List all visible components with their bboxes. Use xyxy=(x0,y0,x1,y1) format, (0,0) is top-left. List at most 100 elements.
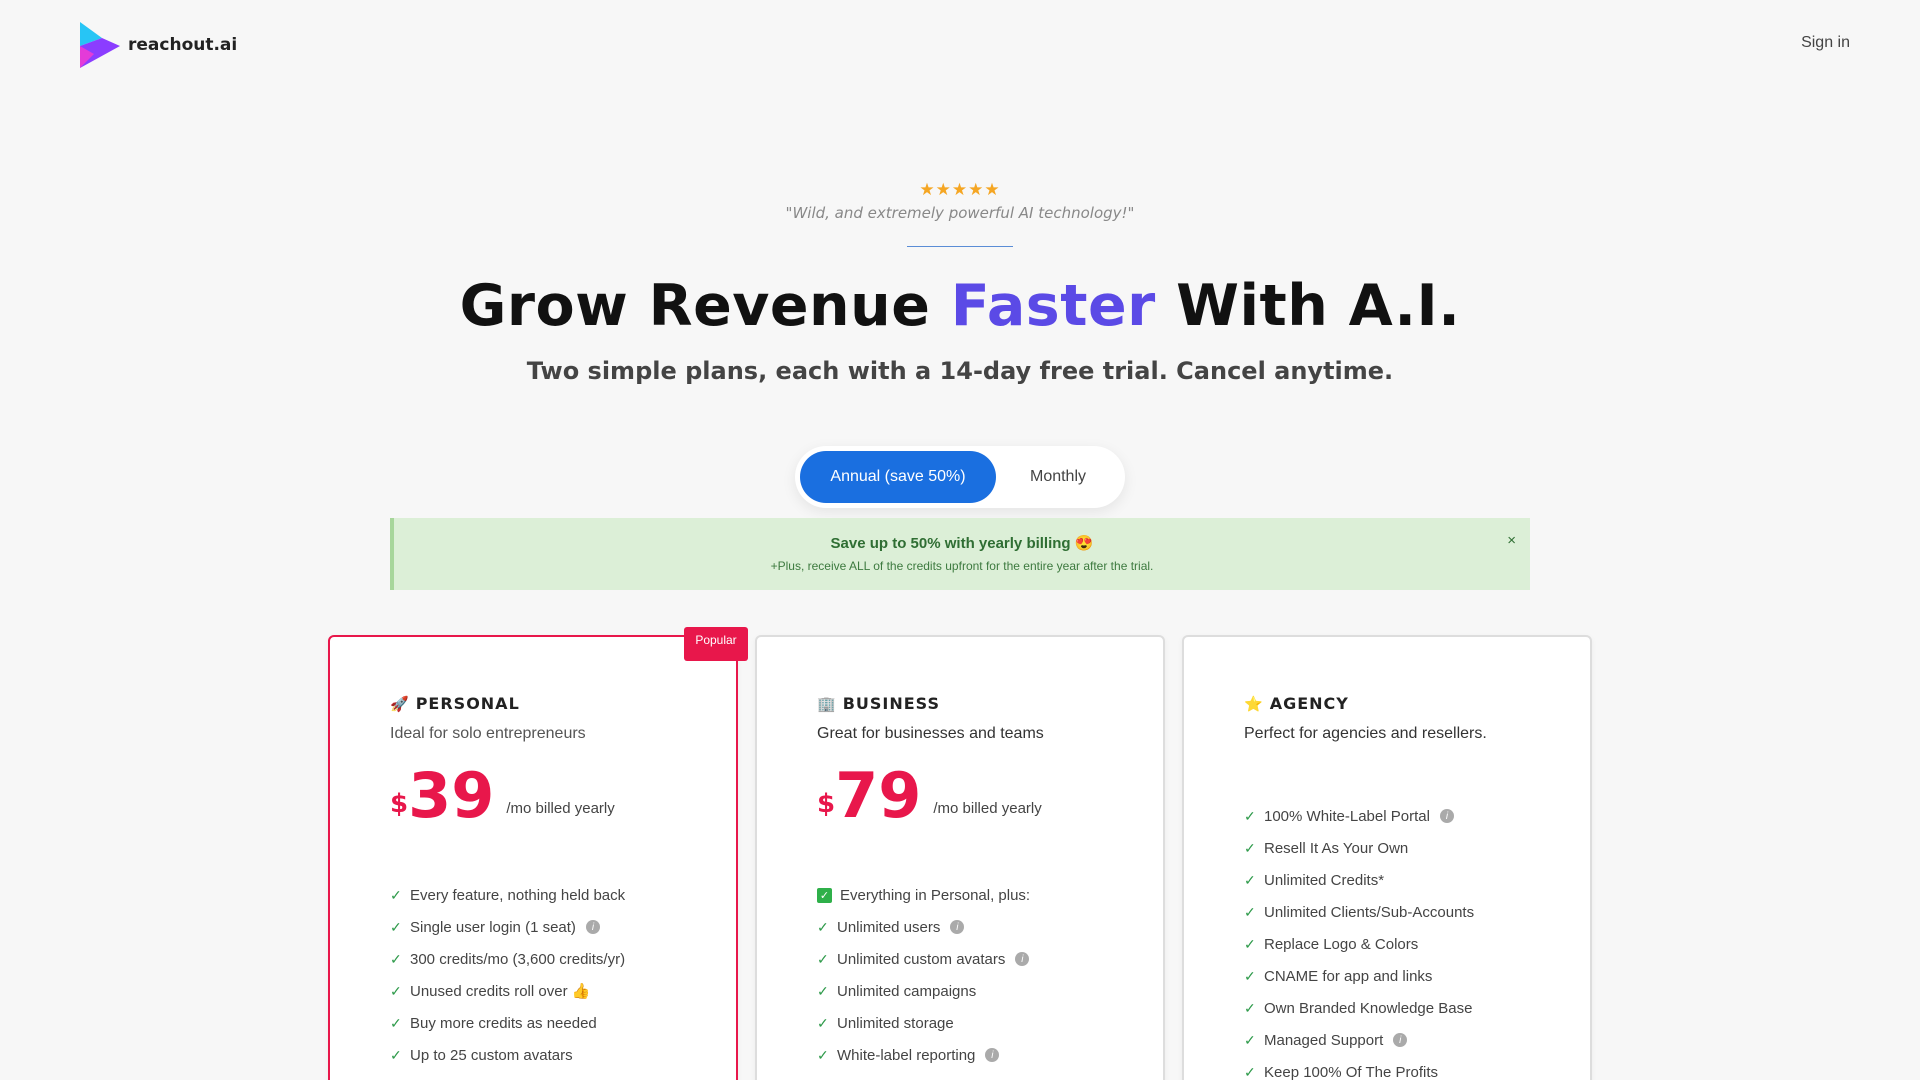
feature-text: Unlimited custom avatars xyxy=(837,950,1006,968)
plan-card-agency: ⭐ AGENCY Perfect for agencies and resell… xyxy=(1182,635,1592,1080)
check-icon: ✓ xyxy=(1244,903,1256,920)
plan-card-personal: Popular 🚀 PERSONAL Ideal for solo entrep… xyxy=(328,627,748,1080)
price-amount: 79 xyxy=(835,759,922,832)
price-period: /mo billed yearly xyxy=(933,800,1042,817)
feature-text: Unused credits roll over 👍 xyxy=(410,983,591,1000)
check-icon: ✓ xyxy=(817,918,829,935)
check-icon: ✓ xyxy=(817,887,832,903)
feature-text: 300 credits/mo (3,600 credits/yr) xyxy=(410,950,626,968)
feature-text: 100% White-Label Portal xyxy=(1264,807,1430,825)
feature-item: ✓ Everything in Personal, plus: xyxy=(817,879,1163,911)
feature-text: CNAME for app and links xyxy=(1264,967,1433,985)
feature-text: Own Branded Knowledge Base xyxy=(1264,999,1473,1017)
price-currency: $ xyxy=(390,789,409,819)
feature-item: ✓ Unused credits roll over 👍 xyxy=(390,975,736,1007)
feature-item: ✓ Unlimited Credits* xyxy=(1244,864,1590,896)
savings-banner: Save up to 50% with yearly billing 😍 +Pl… xyxy=(390,518,1530,590)
page-subheadline: Two simple plans, each with a 14-day fre… xyxy=(526,357,1394,385)
feature-text: Unlimited storage xyxy=(837,1014,954,1032)
price-currency: $ xyxy=(817,789,836,819)
toggle-annual[interactable]: Annual (save 50%) xyxy=(800,451,996,503)
plan-description: Perfect for agencies and resellers. xyxy=(1244,725,1487,742)
page-headline: Grow Revenue Faster With A.I. xyxy=(0,273,1920,339)
plan-title: 🚀 PERSONAL xyxy=(390,694,736,713)
feature-item: ✓1:1 onboarding call xyxy=(817,1071,1163,1080)
headline-accent: Faster xyxy=(950,273,1156,339)
feature-text: Keep 100% Of The Profits xyxy=(1264,1063,1438,1080)
check-icon: ✓ xyxy=(1244,967,1256,984)
feature-text: Every feature, nothing held back xyxy=(410,886,626,904)
star-icon: ⭐ xyxy=(1244,694,1264,713)
check-icon: ✓ xyxy=(390,1046,402,1063)
close-icon[interactable]: × xyxy=(1507,532,1516,549)
plan-card-business: 🏢 BUSINESS Great for businesses and team… xyxy=(755,635,1165,1080)
feature-text: Unlimited users xyxy=(837,918,941,936)
office-building-icon: 🏢 xyxy=(817,694,837,713)
feature-list: ✓ 100% White-Label Portal i ✓ Resell It As Y… xyxy=(1244,800,1590,1080)
popular-badge: Popular xyxy=(684,627,748,661)
plan-title: ⭐ AGENCY xyxy=(1244,694,1590,713)
feature-text: Unlimited Clients/Sub-Accounts xyxy=(1264,903,1475,921)
plan-description: Great for businesses and teams xyxy=(817,725,1044,742)
check-icon: ✓ xyxy=(817,982,829,999)
check-icon: ✓ xyxy=(390,918,402,935)
headline-pre: Grow Revenue xyxy=(459,273,951,339)
check-icon: ✓ xyxy=(1244,1063,1256,1080)
billing-toggle: Annual (save 50%) Monthly xyxy=(795,446,1125,508)
feature-item: ✓ Unlimited campaigns xyxy=(817,975,1163,1007)
feature-text: Up to 25 custom avatars xyxy=(410,1046,573,1064)
plan-price: $ 39 /mo billed yearly xyxy=(390,757,736,827)
feature-item: ✓ Replace Logo & Colors xyxy=(1244,928,1590,960)
info-icon[interactable]: i xyxy=(585,920,600,934)
info-icon[interactable]: i xyxy=(985,1048,1000,1062)
feature-text: Single user login (1 seat) xyxy=(410,918,576,936)
plan-name: PERSONAL xyxy=(415,694,520,713)
check-icon: ✓ xyxy=(1244,839,1256,856)
rocket-icon: 🚀 xyxy=(390,694,410,713)
feature-item: ✓ Unlimited users i xyxy=(817,911,1163,943)
feature-text: Resell It As Your Own xyxy=(1264,839,1409,857)
feature-item: ✓ 300 credits/mo (3,600 credits/yr) xyxy=(390,943,736,975)
check-icon: ✓ xyxy=(390,886,402,903)
check-icon: ✓ xyxy=(390,982,402,999)
feature-item: ✓ Keep 100% Of The Profits xyxy=(1244,1056,1590,1080)
brand-logo[interactable]: reachout.ai xyxy=(80,22,237,68)
hero-divider xyxy=(907,246,1013,247)
info-icon[interactable]: i xyxy=(1015,952,1030,966)
hero: ★★★★★ "Wild, and extremely powerful AI t… xyxy=(0,180,1920,385)
feature-item: ✓ Own Branded Knowledge Base xyxy=(1244,992,1590,1024)
testimonial-quote: "Wild, and extremely powerful AI technol… xyxy=(785,204,1135,222)
feature-item: ✓ 100% White-Label Portal i xyxy=(1244,800,1590,832)
feature-item: ✓ Buy more credits as needed xyxy=(390,1007,736,1039)
check-icon: ✓ xyxy=(1244,807,1256,824)
price-amount: 39 xyxy=(408,759,495,832)
feature-list: ✓ Every feature, nothing held back ✓ Single… xyxy=(390,879,736,1080)
feature-item: ✓ Managed Support i xyxy=(1244,1024,1590,1056)
feature-text: Buy more credits as needed xyxy=(410,1014,597,1032)
info-icon[interactable]: i xyxy=(1393,1033,1408,1047)
check-icon: ✓ xyxy=(390,1014,402,1031)
check-icon: ✓ xyxy=(817,1046,829,1063)
plan-title: 🏢 BUSINESS xyxy=(817,694,1163,713)
feature-text: Unlimited Credits* xyxy=(1264,871,1385,889)
banner-subtitle: +Plus, receive ALL of the credits upfron… xyxy=(770,559,1154,573)
check-icon: ✓ xyxy=(1244,871,1256,888)
plan-name: AGENCY xyxy=(1269,694,1349,713)
headline-post: With A.I. xyxy=(1155,273,1461,339)
check-icon: ✓ xyxy=(1244,999,1256,1016)
info-icon[interactable]: i xyxy=(1439,809,1454,823)
toggle-monthly[interactable]: Monthly xyxy=(996,451,1120,503)
check-icon: ✓ xyxy=(1244,935,1256,952)
plan-name: BUSINESS xyxy=(842,694,940,713)
feature-item: ✓ White-label reporting i xyxy=(817,1039,1163,1071)
feature-item: ✓ Resell It As Your Own xyxy=(1244,832,1590,864)
info-icon[interactable]: i xyxy=(950,920,965,934)
feature-text: Managed Support xyxy=(1264,1031,1384,1049)
check-icon: ✓ xyxy=(817,950,829,967)
feature-text: Unlimited campaigns xyxy=(837,982,977,1000)
feature-item: ✓ Unlimited storage xyxy=(817,1007,1163,1039)
sign-in-link[interactable]: Sign in xyxy=(1801,34,1850,52)
price-period: /mo billed yearly xyxy=(506,800,615,817)
plan-price: $ 79 /mo billed yearly xyxy=(817,757,1163,827)
brand-name: reachout.ai xyxy=(128,35,238,55)
